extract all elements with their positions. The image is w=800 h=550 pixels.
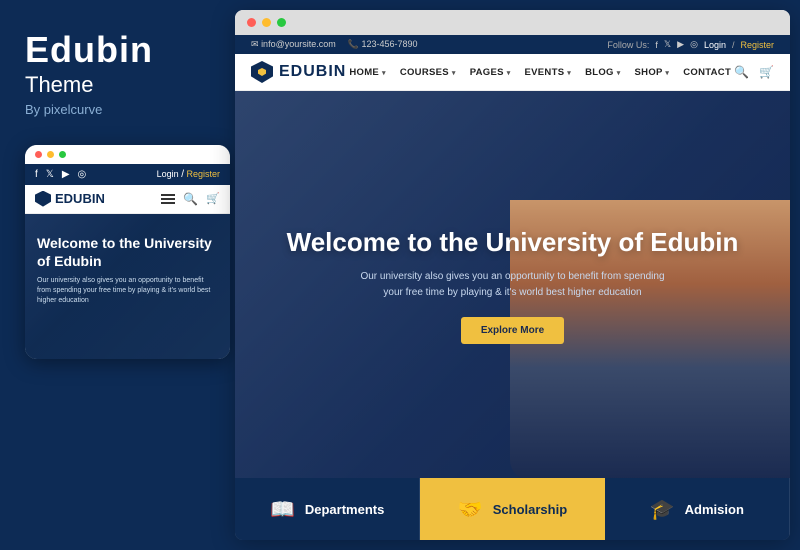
nav-events[interactable]: EVENTS ▾	[525, 67, 572, 78]
nav-pages[interactable]: PAGES ▾	[470, 67, 511, 78]
topbar-login-link[interactable]: Login	[704, 40, 726, 50]
nav-shop[interactable]: SHOP ▾	[635, 67, 670, 78]
admision-icon: 🎓	[650, 497, 675, 522]
mobile-cart-icon[interactable]: 🛒	[206, 192, 220, 205]
departments-label: Departments	[305, 502, 384, 517]
site-logo-text: EDUBIN	[279, 63, 346, 81]
mobile-yt-icon: ▶	[62, 169, 70, 180]
topbar-phone: 📞 123-456-7890	[348, 39, 418, 50]
topbar-tw-icon[interactable]: 𝕏	[664, 39, 671, 50]
nav-contact[interactable]: CONTACT	[683, 67, 731, 78]
brand-name: Edubin	[25, 30, 215, 70]
topbar-email: info@yoursite.com	[251, 39, 336, 50]
mobile-login-link[interactable]: Login	[157, 169, 179, 179]
mobile-dot-red	[35, 151, 42, 158]
brand-by: By pixelcurve	[25, 102, 215, 117]
mobile-logo-shield	[35, 191, 51, 207]
feature-departments[interactable]: 📖 Departments	[235, 478, 420, 540]
mobile-login-register: Login / Register	[157, 169, 220, 180]
site-topbar-right: Follow Us: f 𝕏 ▶ ◎ Login / Register	[607, 39, 774, 50]
hero-cta-button[interactable]: Explore More	[461, 317, 564, 344]
right-panel: info@yoursite.com 📞 123-456-7890 Follow …	[235, 10, 790, 540]
site-topbar-left: info@yoursite.com 📞 123-456-7890	[251, 39, 418, 50]
site-topbar: info@yoursite.com 📞 123-456-7890 Follow …	[235, 35, 790, 54]
mobile-logo: EDUBIN	[35, 191, 105, 207]
mobile-nav: EDUBIN 🔍 🛒	[25, 185, 230, 214]
topbar-register-link[interactable]: Register	[740, 40, 774, 50]
topbar-ig-icon[interactable]: ◎	[690, 39, 698, 50]
left-panel: Edubin Theme By pixelcurve f 𝕏 ▶ ◎ Login…	[0, 0, 235, 550]
follow-us-label: Follow Us:	[607, 40, 649, 50]
feature-scholarship[interactable]: 🤝 Scholarship	[420, 478, 604, 540]
admision-label: Admision	[685, 502, 744, 517]
mobile-hero-desc: Our university also gives you an opportu…	[37, 276, 218, 305]
site-nav: EDUBIN HOME ▾ COURSES ▾ PAGES ▾ EVENTS ▾…	[235, 54, 790, 91]
mobile-logo-text: EDUBIN	[55, 191, 105, 206]
scholarship-label: Scholarship	[493, 502, 567, 517]
topbar-yt-icon[interactable]: ▶	[677, 39, 684, 50]
website: info@yoursite.com 📞 123-456-7890 Follow …	[235, 35, 790, 540]
hamburger-menu[interactable]	[161, 192, 175, 206]
topbar-fb-icon[interactable]: f	[655, 40, 658, 50]
mobile-fb-icon: f	[35, 169, 38, 180]
brand-subtitle: Theme	[25, 72, 215, 98]
browser-dot-yellow	[262, 18, 271, 27]
mobile-mockup: f 𝕏 ▶ ◎ Login / Register EDUBIN	[25, 145, 230, 359]
mobile-topbar: f 𝕏 ▶ ◎ Login / Register	[25, 164, 230, 185]
mobile-nav-icons: 🔍 🛒	[161, 192, 220, 206]
feature-bar: 📖 Departments 🤝 Scholarship 🎓 Admision	[235, 478, 790, 540]
departments-icon: 📖	[270, 497, 295, 522]
browser-dot-green	[277, 18, 286, 27]
mobile-hero: Welcome to the University of Edubin Our …	[25, 214, 230, 359]
site-logo: EDUBIN	[251, 61, 346, 83]
hero-title: Welcome to the University of Edubin	[287, 227, 739, 258]
hero-section: Welcome to the University of Edubin Our …	[235, 91, 790, 540]
nav-courses[interactable]: COURSES ▾	[400, 67, 456, 78]
scholarship-icon: 🤝	[458, 497, 483, 522]
mobile-dot-yellow	[47, 151, 54, 158]
browser-chrome	[235, 10, 790, 35]
nav-home[interactable]: HOME ▾	[349, 67, 385, 78]
mobile-search-icon[interactable]: 🔍	[183, 192, 198, 206]
hero-description: Our university also gives you an opportu…	[353, 269, 673, 301]
mobile-tw-icon: 𝕏	[46, 169, 54, 180]
nav-links: HOME ▾ COURSES ▾ PAGES ▾ EVENTS ▾ BLOG ▾…	[349, 67, 731, 78]
nav-blog[interactable]: BLOG ▾	[585, 67, 620, 78]
mobile-browser-chrome	[25, 145, 230, 164]
browser-dot-red	[247, 18, 256, 27]
phone-icon: 📞	[348, 39, 359, 49]
mobile-ig-icon: ◎	[78, 169, 87, 180]
envelope-icon	[251, 39, 259, 49]
feature-admision[interactable]: 🎓 Admision	[605, 478, 790, 540]
mobile-hero-title: Welcome to the University of Edubin	[37, 234, 218, 270]
nav-icons: 🔍 🛒	[734, 65, 774, 79]
mobile-register-link[interactable]: Register	[186, 169, 220, 179]
nav-search-icon[interactable]: 🔍	[734, 65, 749, 79]
nav-cart-icon[interactable]: 🛒	[759, 65, 774, 79]
mobile-dot-green	[59, 151, 66, 158]
site-logo-shield	[251, 61, 273, 83]
